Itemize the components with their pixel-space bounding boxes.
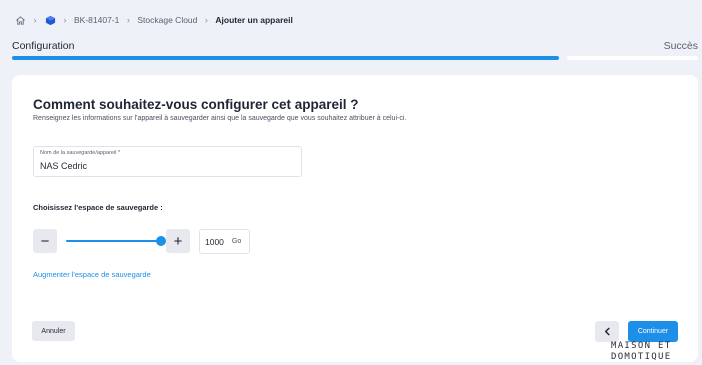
increase-storage-link[interactable]: Augmenter l'espace de sauvegarde xyxy=(33,270,151,279)
chevron-left-icon xyxy=(603,327,612,336)
slider-handle[interactable] xyxy=(156,236,166,246)
config-card: Comment souhaitez-vous configurer cet ap… xyxy=(12,75,698,362)
chevron-right-icon: › xyxy=(204,15,208,25)
progress-bar-remaining xyxy=(567,56,698,60)
storage-space-label: Choisissez l'espace de sauvegarde : xyxy=(33,203,163,212)
storage-slider[interactable] xyxy=(66,240,160,242)
decrease-button[interactable]: − xyxy=(33,229,57,253)
step-success: Succès xyxy=(663,40,698,52)
storage-size-unit: Go xyxy=(231,238,242,245)
page-title: Comment souhaitez-vous configurer cet ap… xyxy=(33,97,359,112)
breadcrumb-item-device[interactable]: BK-81407-1 xyxy=(74,15,119,25)
chevron-right-icon: › xyxy=(63,15,67,25)
breadcrumb: › › BK-81407-1 › Stockage Cloud › Ajoute… xyxy=(14,12,293,28)
watermark-line2: DOMOTIQUE xyxy=(611,352,671,362)
cancel-button[interactable]: Annuler xyxy=(32,321,75,341)
breadcrumb-item-storage[interactable]: Stockage Cloud xyxy=(137,15,197,25)
cube-icon[interactable] xyxy=(44,14,56,26)
step-configuration: Configuration xyxy=(12,40,75,52)
watermark-line1: MAISON ET xyxy=(611,341,671,351)
device-name-input[interactable]: NAS Cedric xyxy=(40,161,87,171)
device-name-label: Nom de la sauvegarde/appareil * xyxy=(40,150,121,156)
watermark-logo: MAISON ET DOMOTIQUE xyxy=(611,341,671,362)
page-subtitle: Renseignez les informations sur l'appare… xyxy=(33,115,407,122)
storage-size-value[interactable]: 1000 xyxy=(205,237,224,247)
storage-size-input[interactable]: 1000 Go xyxy=(199,229,250,254)
increase-button[interactable]: + xyxy=(166,229,190,253)
progress-bar-done xyxy=(12,56,559,60)
chevron-right-icon: › xyxy=(33,15,37,25)
chevron-right-icon: › xyxy=(126,15,130,25)
wizard-steps: Configuration Succès xyxy=(12,40,698,54)
home-icon[interactable] xyxy=(14,14,26,26)
device-name-field[interactable]: Nom de la sauvegarde/appareil * NAS Cedr… xyxy=(33,146,302,177)
breadcrumb-current: Ajouter un appareil xyxy=(215,15,293,25)
